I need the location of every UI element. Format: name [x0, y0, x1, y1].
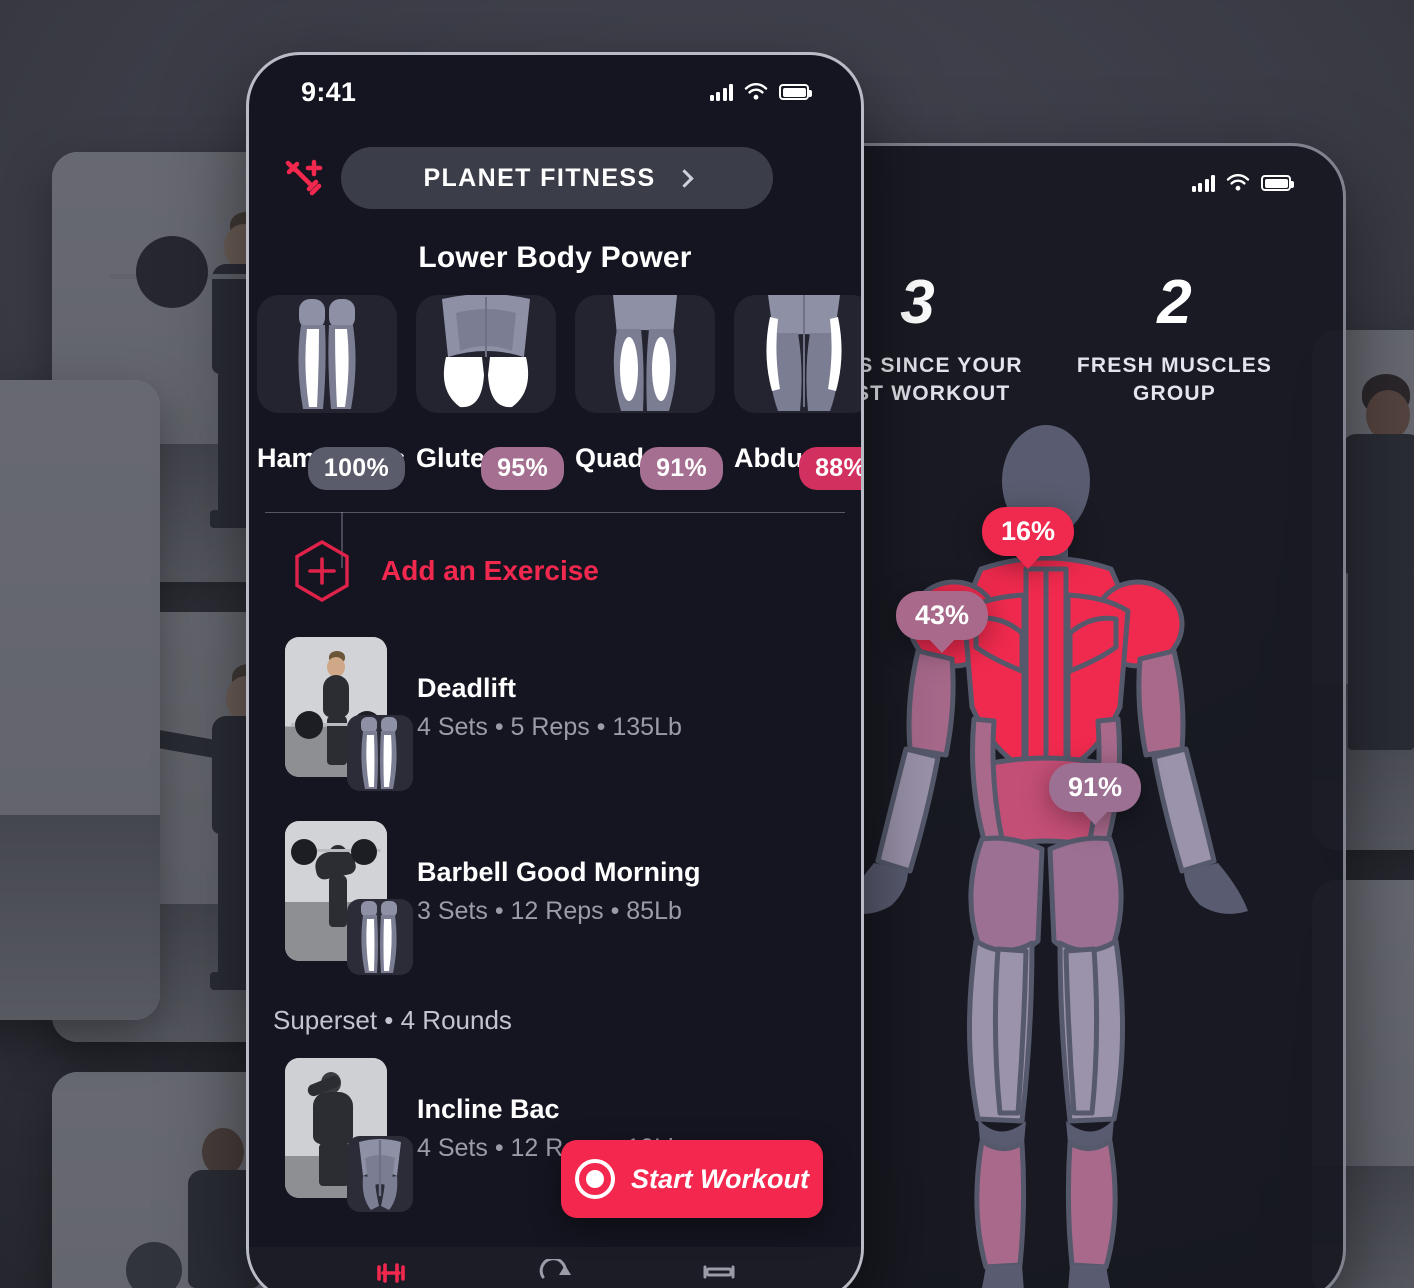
exercise-name: Incline Bac	[417, 1093, 560, 1124]
app-top-bar: PLANET FITNESS	[249, 129, 861, 209]
good-morning-thumbnail[interactable]	[285, 821, 413, 975]
background-card-lunge	[0, 380, 160, 1020]
wifi-icon	[1226, 174, 1250, 191]
add-exercise-label: Add an Exercise	[381, 555, 599, 586]
history-refresh-icon[interactable]	[535, 1257, 575, 1287]
exercise-row-barbell-good-morning[interactable]: Barbell Good Morning 3 Sets • 12 Reps • …	[249, 821, 861, 975]
stat-fresh-muscles: 2 FRESH MUSCLES GROUP	[1046, 272, 1303, 409]
deadlift-thumbnail[interactable]	[285, 637, 413, 791]
incline-back-thumbnail[interactable]	[285, 1058, 413, 1212]
dumbbell-icon[interactable]	[371, 1259, 411, 1287]
start-workout-label: Start Workout	[630, 1163, 809, 1194]
stat-label: FRESH MUSCLES GROUP	[1076, 354, 1273, 406]
muscle-percent-badge: 95%	[481, 447, 564, 490]
muscle-percent-badge: 100%	[307, 447, 405, 490]
legs-muscle-badge	[347, 715, 413, 791]
gym-name-label: PLANET FITNESS	[423, 163, 656, 192]
bottom-navigation-bar[interactable]	[249, 1247, 861, 1288]
hamstrings-glyph	[257, 295, 397, 413]
stat-value: 2	[1157, 268, 1192, 337]
front-phone-status-bar: 9:41	[249, 55, 861, 129]
exercise-row-deadlift[interactable]: Deadlift 4 Sets • 5 Reps • 135Lb	[249, 637, 861, 791]
legs-muscle-badge	[347, 899, 413, 975]
cellular-bars-icon	[709, 83, 733, 101]
abductors-glyph	[734, 295, 861, 413]
battery-icon	[779, 84, 812, 100]
muscle-chip-glutes[interactable]: 95% Glutes	[416, 295, 564, 490]
exercise-name: Deadlift	[417, 672, 517, 703]
workout-title: Lower Body Power	[418, 241, 692, 274]
muscle-percent-badge: 91%	[640, 447, 723, 490]
muscle-chip-row[interactable]: 100% Hamstrings 95% Glutes	[249, 275, 861, 490]
front-phone-workout-screen: 9:41 PLANET FITNESS Lower Body Power 100…	[246, 52, 864, 1288]
superset-label: Superset • 4 Rounds	[273, 1005, 512, 1035]
muscle-percent-badge: 88%	[799, 447, 861, 490]
quads-glyph	[575, 295, 715, 413]
exercise-list[interactable]: Deadlift 4 Sets • 5 Reps • 135Lb Barbell…	[249, 603, 861, 1212]
exercise-meta: 4 Sets • 5 Reps • 135Lb	[417, 712, 682, 741]
battery-icon	[1261, 175, 1294, 191]
cellular-bars-icon	[1191, 174, 1215, 192]
status-time: 9:41	[301, 76, 357, 107]
muscle-bubble-traps[interactable]: 16%	[982, 506, 1075, 556]
gym-selector-button[interactable]: PLANET FITNESS	[341, 147, 773, 209]
exercise-meta: 3 Sets • 12 Reps • 85Lb	[417, 896, 682, 925]
chevron-right-icon	[674, 168, 694, 188]
muscle-chip-quads[interactable]: 91% Quads	[575, 295, 723, 490]
wifi-icon	[744, 83, 768, 100]
back-muscle-badge	[347, 1136, 413, 1212]
bench-equipment-icon[interactable]	[699, 1259, 739, 1287]
muscle-bubble-glutes[interactable]: 91%	[1049, 762, 1142, 812]
exercise-name: Barbell Good Morning	[417, 856, 701, 887]
muscle-chip-hamstrings[interactable]: 100% Hamstrings	[257, 295, 406, 490]
dumbbell-plus-icon[interactable]	[281, 155, 327, 201]
muscle-bubble-shoulder[interactable]: 43%	[896, 590, 989, 640]
start-workout-button[interactable]: Start Workout	[561, 1140, 823, 1218]
hexagon-plus-icon	[293, 539, 351, 603]
section-divider	[265, 512, 845, 568]
glutes-glyph	[416, 295, 556, 413]
record-circle-icon	[574, 1159, 615, 1199]
muscle-chip-abductors[interactable]: 88% Abductors	[734, 295, 861, 490]
